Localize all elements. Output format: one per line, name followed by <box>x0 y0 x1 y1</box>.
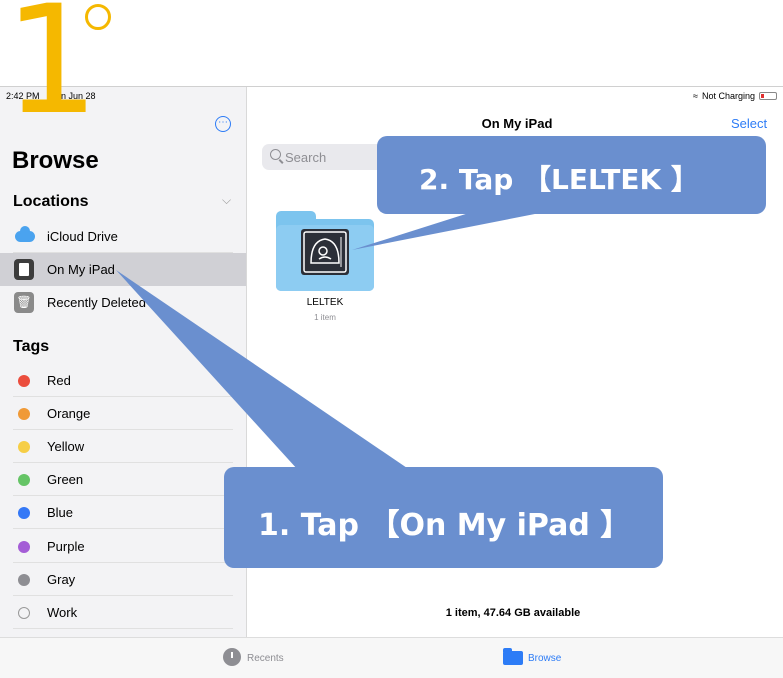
search-icon <box>270 149 281 160</box>
tab-bar: Recents Browse <box>0 637 783 678</box>
sidebar-tag-work[interactable]: Work <box>0 596 246 629</box>
separator <box>13 528 233 529</box>
ipad-icon <box>14 259 34 280</box>
sidebar-item-label: iCloud Drive <box>47 229 118 244</box>
sidebar-tag-green[interactable]: Green <box>0 463 246 496</box>
sidebar-tag-gray[interactable]: Gray <box>0 563 246 596</box>
trash-icon: 🗑 <box>14 292 34 313</box>
clock-icon[interactable] <box>223 648 241 666</box>
step-number: 1 <box>4 0 100 148</box>
page-title: On My iPad <box>481 116 553 131</box>
status-indicators: ≈ Not Charging <box>693 91 777 101</box>
folder-icon[interactable] <box>503 648 523 665</box>
charging-status: Not Charging <box>701 91 755 101</box>
sidebar-item-label: Work <box>47 605 78 620</box>
tag-color-dot <box>18 574 30 586</box>
sidebar-tag-orange[interactable]: Orange <box>0 397 246 430</box>
sidebar-tag-purple[interactable]: Purple <box>0 530 246 563</box>
tag-color-dot <box>18 474 30 486</box>
tab-browse[interactable]: Browse <box>528 653 561 664</box>
tag-color-dot <box>18 507 30 519</box>
tag-color-dot <box>18 541 30 553</box>
tag-color-dot <box>18 441 30 453</box>
search-placeholder: Search <box>285 150 327 165</box>
sidebar-item-recently-deleted[interactable]: 🗑 Recently Deleted <box>0 286 246 319</box>
storage-status: 1 item, 47.64 GB available <box>445 607 581 619</box>
callout-step-2: 2. Tap 【LELTEK 】 <box>377 136 766 214</box>
icloud-icon <box>15 226 35 242</box>
ultrasound-folder-icon <box>301 229 349 275</box>
tag-color-dot <box>18 375 30 387</box>
sidebar-item-label: Gray <box>47 572 76 587</box>
sidebar-item-on-my-ipad[interactable]: On My iPad <box>0 253 246 286</box>
sidebar-item-label: Red <box>47 373 71 388</box>
battery-icon <box>759 92 777 100</box>
sidebar-item-label: Orange <box>47 406 91 421</box>
sidebar: 2:42 PM Sun Jun 28 ⋯ Browse Locations ⌵ … <box>0 87 247 637</box>
more-options-button[interactable]: ⋯ <box>215 116 231 132</box>
sidebar-tag-yellow[interactable]: Yellow <box>0 430 246 463</box>
sidebar-item-label: Recently Deleted <box>47 295 146 310</box>
tag-color-dot <box>18 408 30 420</box>
sidebar-item-label: Green <box>47 472 84 487</box>
separator <box>13 628 233 629</box>
tag-color-dot <box>18 607 30 619</box>
sidebar-item-label: Blue <box>47 505 74 520</box>
folder-item-count: 1 item <box>314 313 336 322</box>
sidebar-tag-red[interactable]: Red <box>0 364 246 397</box>
locations-heading[interactable]: Locations <box>13 193 89 211</box>
folder-name: LELTEK <box>306 297 344 308</box>
sidebar-title: Browse <box>12 147 99 174</box>
tab-recents[interactable]: Recents <box>247 653 284 664</box>
folder-leltek[interactable] <box>276 211 374 291</box>
sidebar-item-label: On My iPad <box>47 262 115 277</box>
sidebar-item-label: Purple <box>47 539 85 554</box>
wifi-icon: ≈ <box>693 91 698 101</box>
select-button[interactable]: Select <box>731 116 767 131</box>
sidebar-item-label: Yellow <box>47 439 85 454</box>
sidebar-item-icloud-drive[interactable]: iCloud Drive <box>0 220 246 253</box>
callout-step-1: 1. Tap 【On My iPad 】 <box>224 467 663 568</box>
chevron-down-icon[interactable]: ⌵ <box>222 193 231 208</box>
tags-heading[interactable]: Tags <box>13 338 49 356</box>
sidebar-tag-blue[interactable]: Blue <box>0 496 246 529</box>
